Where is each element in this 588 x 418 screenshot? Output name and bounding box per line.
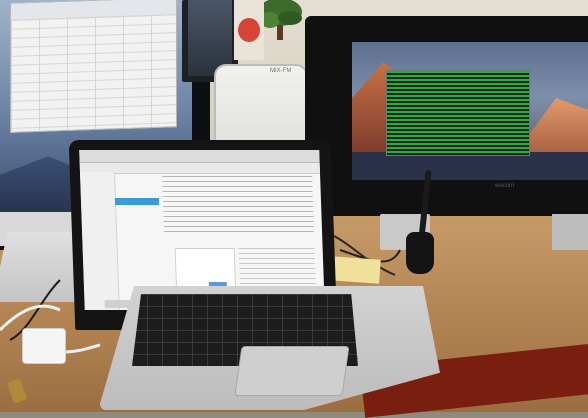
- power-adapter: [22, 328, 66, 364]
- browser-sidebar: [79, 172, 120, 310]
- browser-toolbar: [79, 163, 321, 174]
- browser-content-text: [162, 176, 315, 236]
- sticky-note: [329, 256, 381, 284]
- browser-tabbar: [79, 150, 320, 163]
- laptop-trackpad[interactable]: [234, 346, 350, 396]
- browser-sidebar-highlight[interactable]: [114, 198, 160, 205]
